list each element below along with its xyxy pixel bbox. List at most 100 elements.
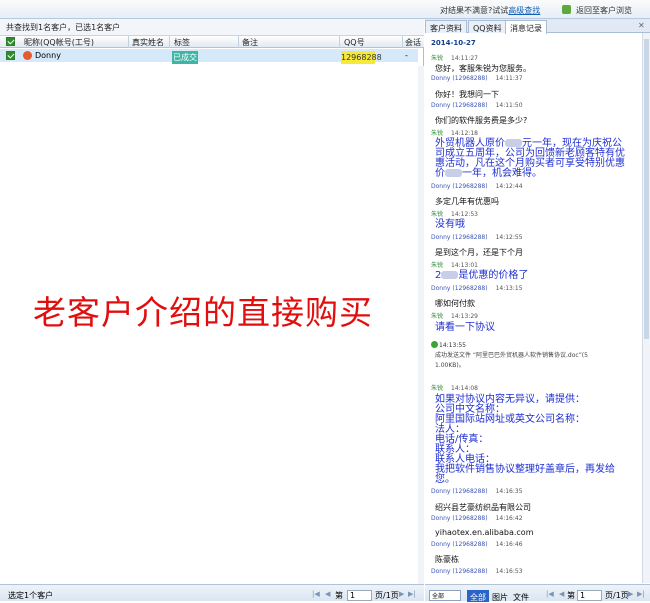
message-header: 朱锐 14:14:08 <box>431 383 478 392</box>
message-header: Donny (12968288) 14:16:46 <box>431 541 523 548</box>
message-header: 14:13:55 <box>431 341 466 349</box>
notice-text: 对结果不满意?试试 <box>440 6 509 15</box>
cell-qq: 12968288 <box>341 51 382 64</box>
message-time: 14:16:53 <box>495 568 523 575</box>
message-text: 1.00KB)。 <box>435 362 465 369</box>
back-arrow-icon <box>562 5 571 14</box>
last-page-icon[interactable]: ▶| <box>408 590 416 598</box>
message-time: 14:16:46 <box>495 541 523 548</box>
page-input[interactable]: 1 <box>347 590 372 601</box>
message-time: 14:11:50 <box>495 102 523 109</box>
message-time: 14:16:35 <box>495 488 523 495</box>
message-text-part: 价 <box>435 168 445 179</box>
sender-name: 朱锐 <box>431 55 444 62</box>
status-badge: 已成交 <box>172 51 198 64</box>
list-scrollbar[interactable] <box>418 66 424 601</box>
message-text: 多定几年有优惠吗 <box>435 197 499 206</box>
detail-pane: 客户资料 QQ资料 消息记录 ✕ 2014-10-27 朱锐 14:11:27 您… <box>425 19 650 602</box>
tab-message-history[interactable]: 消息记录 <box>505 20 547 34</box>
filter-file-button[interactable]: 文件 <box>510 590 532 602</box>
message-text-part: 是优惠的价格了 <box>458 270 529 281</box>
advanced-search-link[interactable]: 高级查找 <box>508 6 540 15</box>
first-page-icon[interactable]: |◀ <box>546 590 554 598</box>
message-header: 朱锐 14:12:53 <box>431 209 478 218</box>
page-prefix: 第 <box>335 591 343 600</box>
sender-name: Donny (12968288) <box>431 183 488 190</box>
redaction-mark <box>505 139 522 147</box>
message-text: 您。 <box>435 474 455 485</box>
col-divider[interactable] <box>128 36 129 48</box>
prev-page-icon[interactable]: ◀ <box>325 590 330 598</box>
list-footer: 选定1个客户 |◀ ◀ 第 1 页/1页 ▶ ▶| <box>0 584 424 601</box>
last-page-icon[interactable]: ▶| <box>637 590 645 598</box>
sender-name: Donny (12968288) <box>431 515 488 522</box>
col-divider[interactable] <box>339 36 340 48</box>
message-header: Donny (12968288) 14:16:35 <box>431 488 523 495</box>
message-time: 14:13:01 <box>451 262 478 269</box>
row-checkbox[interactable] <box>6 51 15 60</box>
back-to-browse-button[interactable]: 返回至客户浏览 <box>562 5 632 16</box>
prev-page-icon[interactable]: ◀ <box>559 590 564 598</box>
col-divider[interactable] <box>402 36 403 48</box>
col-divider[interactable] <box>238 36 239 48</box>
selection-status: 选定1个客户 <box>8 591 54 600</box>
scroll-thumb[interactable] <box>644 39 649 339</box>
message-header: 朱锐 14:12:18 <box>431 128 478 137</box>
chat-footer: 全部 全部 图片 文件 |◀ ◀ 第 1 页/1页 ▶ ▶| <box>425 584 650 602</box>
chat-scrollbar[interactable] <box>642 33 650 583</box>
page-input[interactable]: 1 <box>577 590 602 601</box>
sender-name: Donny (12968288) <box>431 488 488 495</box>
filter-all-button[interactable]: 全部 <box>467 590 489 602</box>
message-text: 2 是优惠的价格了 <box>435 271 528 281</box>
col-qq[interactable]: QQ号 <box>344 37 365 48</box>
cell-session: - <box>405 51 408 60</box>
page-prefix: 第 <box>567 591 575 600</box>
page-total: 页/1页 <box>605 591 629 600</box>
redaction-mark <box>445 169 462 177</box>
message-header: Donny (12968288) 14:12:44 <box>431 183 523 190</box>
overlay-caption: 老客户介绍的直接购买 <box>33 293 373 332</box>
message-text: 我把软件销售协议整理好盖章后，再发给 <box>435 464 615 475</box>
sender-name: Donny (12968288) <box>431 568 488 575</box>
filter-image-button[interactable]: 图片 <box>489 590 511 602</box>
table-row[interactable]: Donny 已成交 12968288 - <box>0 49 418 64</box>
col-divider[interactable] <box>169 36 170 48</box>
col-session[interactable]: 会话 <box>405 37 421 48</box>
next-page-icon[interactable]: ▶ <box>628 590 633 598</box>
first-page-icon[interactable]: |◀ <box>312 590 320 598</box>
message-text: yihaotex.en.alibaba.com <box>435 528 534 537</box>
message-time: 14:13:15 <box>495 285 523 292</box>
page-total: 页/1页 <box>375 591 399 600</box>
message-time: 14:12:18 <box>451 130 478 137</box>
select-all-checkbox[interactable] <box>6 37 15 46</box>
message-time: 14:12:55 <box>495 234 523 241</box>
col-note[interactable]: 备注 <box>242 37 258 48</box>
next-page-icon[interactable]: ▶ <box>399 590 404 598</box>
message-text-part: 一年，机会难得。 <box>462 168 542 179</box>
col-realname[interactable]: 真实姓名 <box>132 37 164 48</box>
tab-qq-info[interactable]: QQ资料 <box>468 20 507 33</box>
message-text: 你们的软件服务费是多少? <box>435 116 528 125</box>
sender-name: 朱锐 <box>431 130 444 137</box>
message-text: 没有哦 <box>435 219 465 230</box>
redaction-mark <box>441 271 459 279</box>
col-nickname[interactable]: 昵称(QQ帐号(工号) <box>24 37 94 48</box>
close-icon[interactable]: ✕ <box>638 21 645 30</box>
message-text: 是到这个月，还是下个月 <box>435 248 523 257</box>
sender-name: 朱锐 <box>431 211 444 218</box>
message-time: 14:14:08 <box>451 385 478 392</box>
col-tag[interactable]: 标签 <box>174 37 190 48</box>
tab-customer-info[interactable]: 客户资料 <box>425 20 467 33</box>
message-header: 朱锐 14:11:27 <box>431 53 478 62</box>
message-time: 14:16:42 <box>495 515 523 522</box>
message-text: 绍兴县艺豪纺织品有限公司 <box>435 503 531 512</box>
message-header: Donny (12968288) 14:16:53 <box>431 568 523 575</box>
message-header: Donny (12968288) 14:16:42 <box>431 515 523 522</box>
sender-name: Donny (12968288) <box>431 102 488 109</box>
filter-select[interactable]: 全部 <box>429 590 461 601</box>
message-header: 朱锐 14:13:29 <box>431 311 478 320</box>
message-text: 成功发送文件 “阿里巴巴外贸机器人软件销售协议.doc”(5 <box>435 352 588 359</box>
result-summary: 共查找到1名客户，已选1名客户 <box>0 19 424 36</box>
sender-name: 朱锐 <box>431 313 444 320</box>
message-time: 14:11:27 <box>451 55 478 62</box>
